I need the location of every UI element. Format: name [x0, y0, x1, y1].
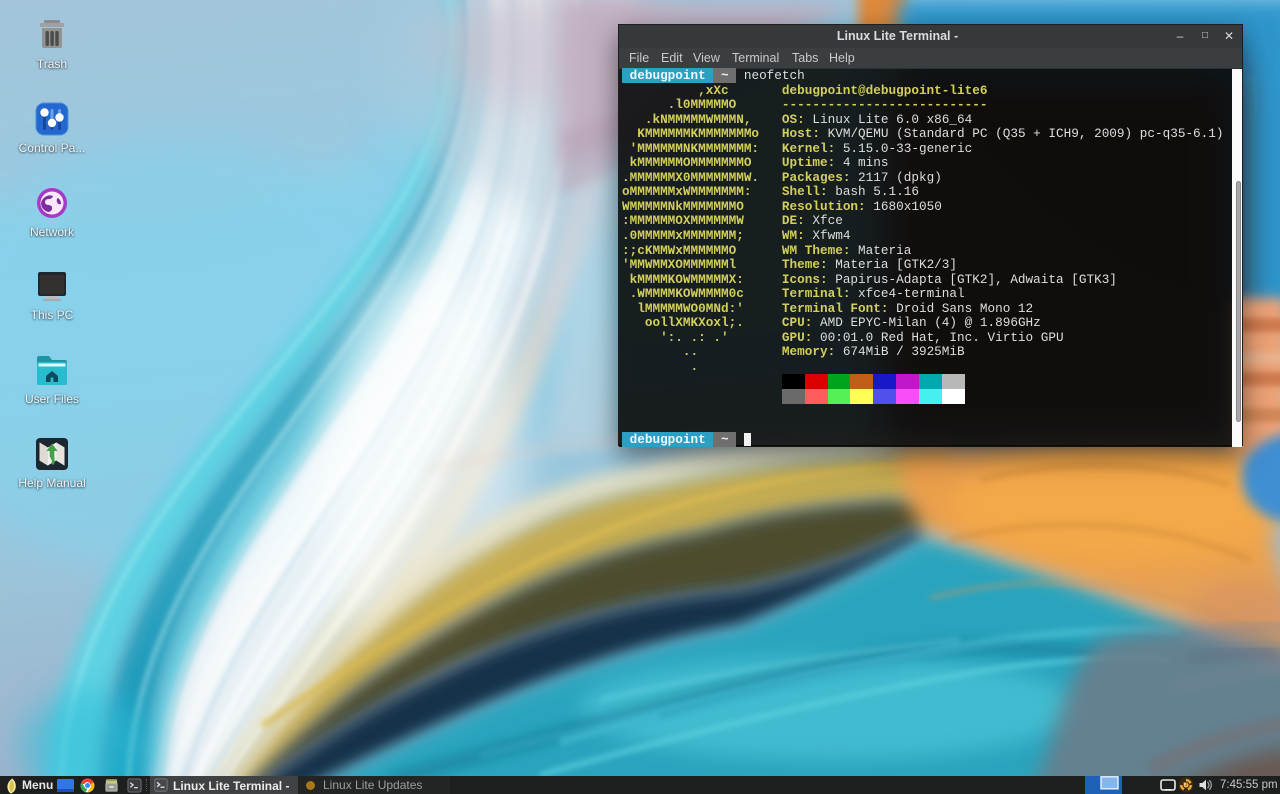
svg-text:↻: ↻ [1183, 783, 1189, 790]
